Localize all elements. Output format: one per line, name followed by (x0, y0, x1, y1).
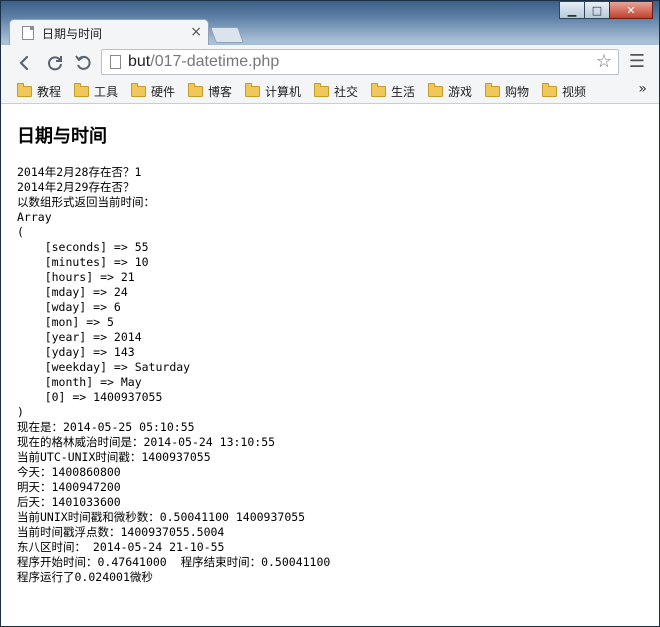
output-line: 程序运行了0.024001微秒 (17, 570, 153, 584)
output-line: 2014年2月29存在否？ (17, 180, 135, 194)
output-line: [mon] => 5 (17, 315, 114, 329)
bookmark-folder[interactable]: 博客 (188, 82, 233, 99)
url-path: /017-datetime.php (150, 53, 280, 70)
output-line: 现在的格林威治时间是：2014-05-24 13:10:55 (17, 435, 276, 449)
bookmark-folder[interactable]: 游戏 (428, 82, 473, 99)
folder-icon (485, 82, 500, 97)
output-line: 2014年2月28存在否？1 (17, 165, 142, 179)
bookmark-folder[interactable]: 视频 (542, 82, 587, 99)
bookmark-folder[interactable]: 硬件 (131, 82, 176, 99)
folder-icon (245, 82, 260, 97)
url-host: but (128, 53, 151, 70)
output-line: 后天：1401033600 (17, 495, 121, 509)
undo-icon[interactable] (71, 51, 95, 75)
output-line: 当前时间戳浮点数：1400937055.5004 (17, 525, 225, 539)
output-line: [0] => 1400937055 (17, 390, 163, 404)
output-line: 以数组形式返回当前时间： (17, 195, 155, 209)
browser-tab[interactable]: 日期与时间 × (9, 19, 209, 45)
page-favicon-icon (22, 26, 34, 40)
bookmark-folder[interactable]: 社交 (314, 82, 359, 99)
menu-icon[interactable]: ☰ (627, 51, 647, 73)
output-line: [hours] => 21 (17, 270, 135, 284)
star-icon[interactable]: ☆ (596, 51, 612, 72)
folder-icon (74, 82, 89, 97)
maximize-button[interactable]: □ (584, 1, 610, 19)
bookmarks-bar: 教程 工具 硬件 博客 计算机 社交 生活 游戏 购物 视频 » (1, 79, 659, 104)
address-bar[interactable]: but/017-datetime.php ☆ (101, 49, 619, 75)
window-controls: ▁ □ ✕ (559, 1, 653, 21)
output-line: [seconds] => 55 (17, 240, 149, 254)
bookmark-label: 视频 (562, 84, 587, 99)
page-icon (110, 55, 121, 69)
output-line: 现在是：2014-05-25 05:10:55 (17, 420, 195, 434)
output-line: [month] => May (17, 375, 142, 389)
php-output: 2014年2月28存在否？1 2014年2月29存在否？ 以数组形式返回当前时间… (17, 165, 330, 585)
output-line: [wday] => 6 (17, 300, 121, 314)
bookmark-folder[interactable]: 购物 (485, 82, 530, 99)
folder-icon (188, 82, 203, 97)
bookmark-label: 博客 (208, 84, 233, 99)
folder-icon (17, 82, 32, 97)
folder-icon (371, 82, 386, 97)
bookmark-label: 计算机 (265, 84, 302, 99)
output-line: ( (17, 225, 24, 239)
bookmark-folder[interactable]: 计算机 (245, 82, 302, 99)
back-icon[interactable] (13, 51, 37, 75)
reload-icon[interactable] (43, 51, 67, 75)
folder-icon (314, 82, 329, 97)
folder-icon (542, 82, 557, 97)
output-line: ) (17, 405, 24, 419)
bookmark-folder[interactable]: 工具 (74, 82, 119, 99)
new-tab-button[interactable] (210, 27, 244, 43)
folder-icon (428, 82, 443, 97)
bookmark-label: 购物 (505, 84, 530, 99)
output-line: [yday] => 143 (17, 345, 135, 359)
minimize-button[interactable]: ▁ (559, 1, 585, 19)
output-line: 明天：1400947200 (17, 480, 121, 494)
bookmark-folder[interactable]: 生活 (371, 82, 416, 99)
output-line: Array (17, 210, 52, 224)
output-line: 程序开始时间：0.47641000 程序结束时间：0.50041100 (17, 555, 331, 569)
browser-toolbar: but/017-datetime.php ☆ ☰ (1, 45, 659, 79)
close-window-button[interactable]: ✕ (609, 1, 653, 19)
bookmark-label: 社交 (334, 84, 359, 99)
browser-window: 日期与时间 × ▁ □ ✕ but/017-datetime.php ☆ ☰ 教… (0, 0, 660, 627)
folder-icon (131, 82, 146, 97)
bookmark-label: 硬件 (151, 84, 176, 99)
url-text: but/017-datetime.php (128, 53, 279, 71)
bookmark-label: 生活 (391, 84, 416, 99)
bookmark-label: 游戏 (448, 84, 473, 99)
output-line: [year] => 2014 (17, 330, 142, 344)
output-line: 东八区时间： 2014-05-24 21-10-55 (17, 540, 225, 554)
bookmark-folder[interactable]: 教程 (17, 82, 62, 99)
output-line: 当前UNIX时间戳和微秒数：0.50041100 1400937055 (17, 510, 306, 524)
output-line: 当前UTC-UNIX时间戳：1400937055 (17, 450, 211, 464)
tab-title: 日期与时间 (42, 27, 103, 41)
page-content: 日期与时间 2014年2月28存在否？1 2014年2月29存在否？ 以数组形式… (1, 104, 659, 626)
output-line: [mday] => 24 (17, 285, 128, 299)
more-bookmarks-icon[interactable]: » (638, 81, 647, 97)
bookmark-label: 工具 (94, 84, 119, 99)
tab-close-icon[interactable]: × (190, 23, 202, 41)
page-title: 日期与时间 (17, 126, 107, 147)
title-bar: 日期与时间 × ▁ □ ✕ (1, 1, 659, 45)
bookmark-label: 教程 (37, 84, 62, 99)
output-line: [minutes] => 10 (17, 255, 149, 269)
output-line: 今天：1400860800 (17, 465, 121, 479)
output-line: [weekday] => Saturday (17, 360, 191, 374)
